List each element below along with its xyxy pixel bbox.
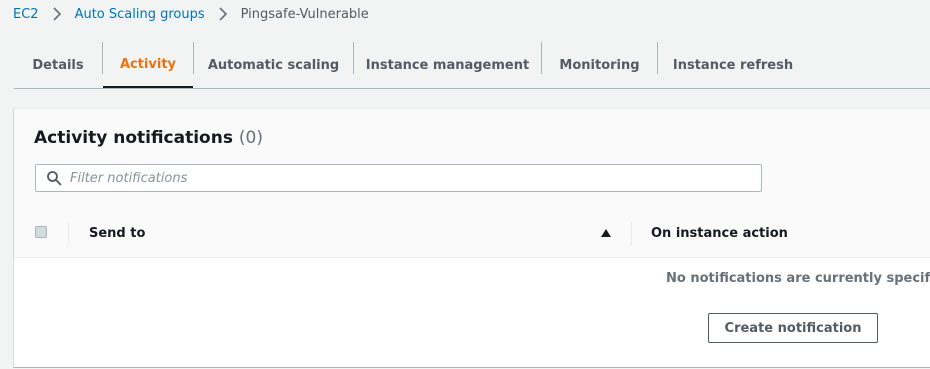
breadcrumb-auto-scaling-groups-link[interactable]: Auto Scaling groups [75, 7, 205, 22]
column-divider [68, 222, 69, 246]
tab-details[interactable]: Details [14, 42, 102, 88]
activity-notifications-panel: Activity notifications (0) Send to On in… [13, 108, 930, 368]
tab-bar: Details Activity Automatic scaling Insta… [14, 42, 930, 89]
chevron-right-icon [219, 7, 227, 21]
breadcrumb-ec2-link[interactable]: EC2 [13, 7, 39, 22]
tab-monitoring[interactable]: Monitoring [542, 42, 657, 88]
search-icon [47, 171, 62, 186]
tab-instance-management[interactable]: Instance management [354, 42, 541, 88]
panel-title-text: Activity notifications [34, 128, 233, 148]
filter-search-box [35, 164, 762, 192]
column-header-send-to[interactable]: Send to [89, 226, 145, 241]
tab-activity[interactable]: Activity [103, 42, 193, 88]
column-header-on-instance-action[interactable]: On instance action [651, 226, 788, 241]
tab-instance-refresh[interactable]: Instance refresh [658, 42, 808, 88]
panel-header: Activity notifications (0) [14, 109, 930, 210]
create-notification-button[interactable]: Create notification [708, 313, 878, 343]
column-divider [631, 222, 632, 246]
panel-title: Activity notifications (0) [34, 128, 263, 148]
chevron-right-icon [52, 7, 61, 21]
table-header: Send to On instance action [14, 209, 930, 258]
breadcrumb: EC2 Auto Scaling groups Pingsafe-Vulnera… [13, 5, 369, 23]
breadcrumb-current: Pingsafe-Vulnerable [240, 6, 369, 22]
empty-state-message: No notifications are currently specified [666, 271, 930, 286]
filter-notifications-input[interactable] [70, 170, 720, 186]
sort-ascending-icon[interactable] [601, 229, 611, 237]
notification-count: (0) [238, 128, 263, 148]
tab-automatic-scaling[interactable]: Automatic scaling [194, 42, 353, 88]
select-all-checkbox[interactable] [35, 226, 47, 238]
